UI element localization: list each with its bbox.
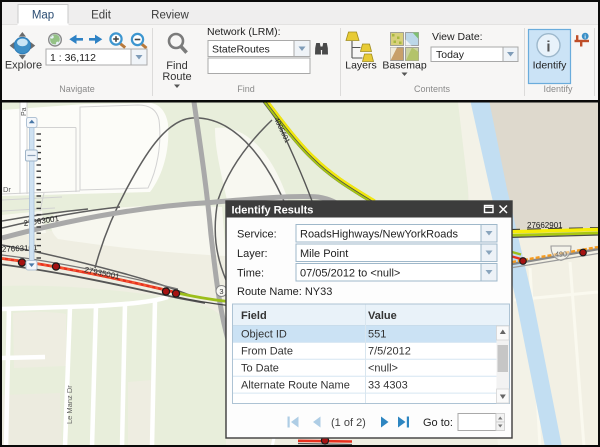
svg-text:Contents: Contents xyxy=(414,84,451,94)
svg-text:i: i xyxy=(546,39,550,56)
svg-text:To Date: To Date xyxy=(241,363,279,375)
svg-text:Identify Results: Identify Results xyxy=(232,205,314,217)
svg-text:From Date: From Date xyxy=(241,346,293,358)
svg-text:Time:: Time: xyxy=(237,268,264,280)
svg-text:StateRoutes: StateRoutes xyxy=(212,44,270,56)
svg-text:Service:: Service: xyxy=(237,229,277,241)
svg-text:RoadsHighways/NewYorkRoads: RoadsHighways/NewYorkRoads xyxy=(300,229,458,241)
svg-text:Go to:: Go to: xyxy=(423,417,453,429)
svg-text:Identify: Identify xyxy=(533,60,568,72)
svg-text:Network (LRM):: Network (LRM): xyxy=(207,26,281,38)
svg-text:Layer:: Layer: xyxy=(237,248,268,260)
svg-text:Today: Today xyxy=(436,49,465,61)
svg-text:Review: Review xyxy=(151,10,189,22)
svg-text:7/5/2012: 7/5/2012 xyxy=(368,346,411,358)
svg-text:07/05/2012 to <null>: 07/05/2012 to <null> xyxy=(300,268,400,280)
svg-text:Route: Route xyxy=(162,71,191,83)
svg-text:27662901: 27662901 xyxy=(527,221,563,230)
svg-text:3: 3 xyxy=(219,287,223,296)
svg-text:1 : 36,112: 1 : 36,112 xyxy=(50,52,96,64)
svg-text:Identify: Identify xyxy=(543,84,573,94)
svg-text:551: 551 xyxy=(368,329,386,341)
svg-text:Alternate Route Name: Alternate Route Name xyxy=(241,380,350,392)
svg-text:Edit: Edit xyxy=(91,10,112,22)
svg-text:Layers: Layers xyxy=(345,60,377,72)
svg-text:<null>: <null> xyxy=(368,363,398,375)
svg-text:Dr: Dr xyxy=(3,185,11,194)
svg-text:33 4303: 33 4303 xyxy=(368,380,408,392)
svg-text:Basemap: Basemap xyxy=(382,60,427,72)
svg-text:490: 490 xyxy=(555,252,567,259)
svg-text:Route Name: NY33: Route Name: NY33 xyxy=(237,286,332,298)
svg-text:Le Manz Dr: Le Manz Dr xyxy=(65,385,74,424)
svg-text:Value: Value xyxy=(368,310,397,322)
svg-text:Pa: Pa xyxy=(21,107,28,116)
svg-text:Map: Map xyxy=(32,10,54,22)
svg-text:Mile Point: Mile Point xyxy=(300,248,348,260)
svg-text:View Date:: View Date: xyxy=(432,31,483,43)
svg-text:Find: Find xyxy=(237,84,255,94)
svg-text:Field: Field xyxy=(241,310,267,322)
svg-text:Navigate: Navigate xyxy=(59,84,95,94)
svg-text:Object ID: Object ID xyxy=(241,329,287,341)
svg-text:(1 of 2): (1 of 2) xyxy=(331,417,366,429)
svg-text:Explore: Explore xyxy=(5,60,42,72)
